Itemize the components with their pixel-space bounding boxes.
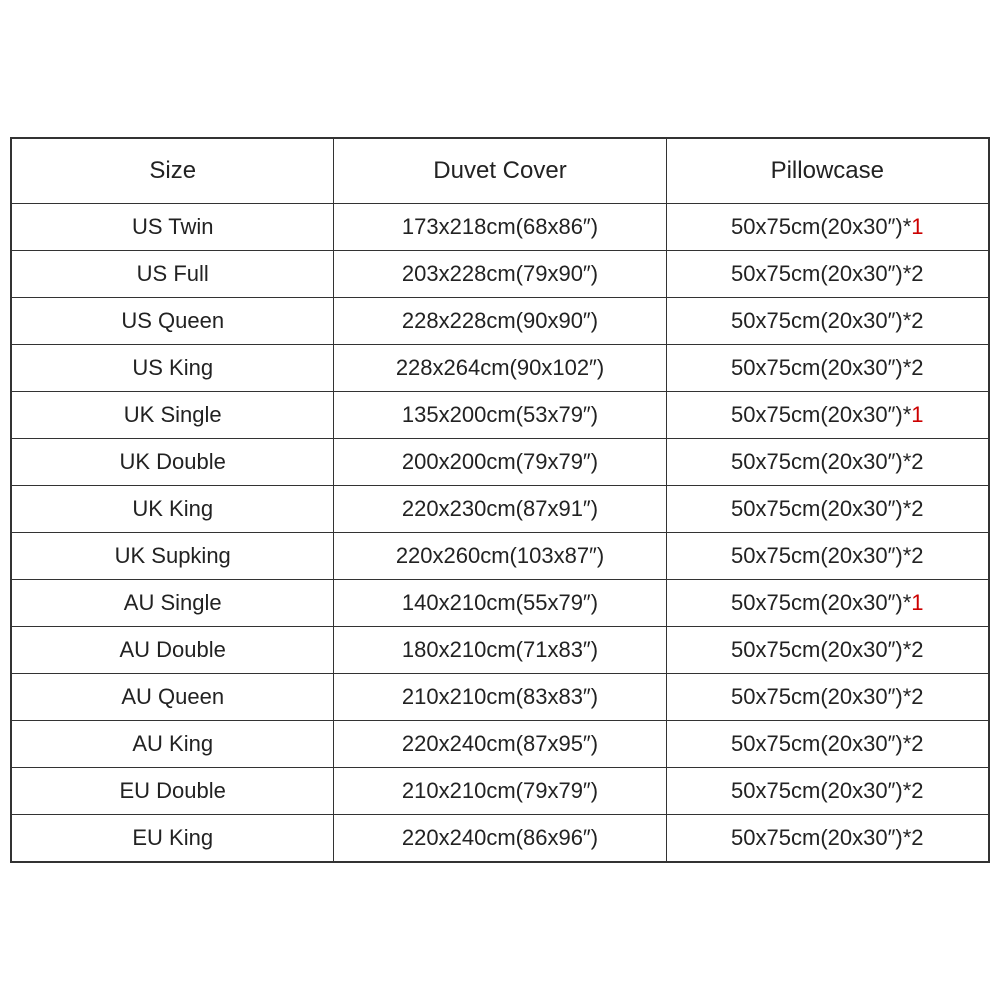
cell-pillow: 50x75cm(20x30″)*2 xyxy=(666,298,988,345)
cell-pillow: 50x75cm(20x30″)*1 xyxy=(666,204,988,251)
pillow-base-text: 50x75cm(20x30″)* xyxy=(731,731,911,756)
cell-pillow: 50x75cm(20x30″)*2 xyxy=(666,627,988,674)
pillow-qty: 1 xyxy=(911,402,923,427)
cell-duvet: 220x240cm(86x96″) xyxy=(334,815,666,862)
cell-pillow: 50x75cm(20x30″)*1 xyxy=(666,580,988,627)
pillow-qty: 2 xyxy=(911,449,923,474)
size-chart-table: Size Duvet Cover Pillowcase US Twin173x2… xyxy=(11,138,989,862)
cell-duvet: 200x200cm(79x79″) xyxy=(334,439,666,486)
cell-size: AU Single xyxy=(12,580,334,627)
pillow-base-text: 50x75cm(20x30″)* xyxy=(731,355,911,380)
table-row: US Twin173x218cm(68x86″)50x75cm(20x30″)*… xyxy=(12,204,989,251)
cell-pillow: 50x75cm(20x30″)*2 xyxy=(666,533,988,580)
table-row: US Full203x228cm(79x90″)50x75cm(20x30″)*… xyxy=(12,251,989,298)
cell-pillow: 50x75cm(20x30″)*2 xyxy=(666,439,988,486)
cell-size: UK Supking xyxy=(12,533,334,580)
cell-pillow: 50x75cm(20x30″)*2 xyxy=(666,345,988,392)
cell-pillow: 50x75cm(20x30″)*2 xyxy=(666,251,988,298)
pillow-qty: 2 xyxy=(911,684,923,709)
cell-size: UK King xyxy=(12,486,334,533)
cell-duvet: 220x230cm(87x91″) xyxy=(334,486,666,533)
cell-size: AU Double xyxy=(12,627,334,674)
cell-pillow: 50x75cm(20x30″)*1 xyxy=(666,392,988,439)
cell-duvet: 210x210cm(79x79″) xyxy=(334,768,666,815)
pillow-base-text: 50x75cm(20x30″)* xyxy=(731,449,911,474)
pillow-base-text: 50x75cm(20x30″)* xyxy=(731,543,911,568)
pillow-qty: 2 xyxy=(911,825,923,850)
cell-size: US Full xyxy=(12,251,334,298)
pillow-base-text: 50x75cm(20x30″)* xyxy=(731,637,911,662)
cell-size: AU Queen xyxy=(12,674,334,721)
cell-duvet: 220x260cm(103x87″) xyxy=(334,533,666,580)
cell-size: UK Double xyxy=(12,439,334,486)
table-row: US King228x264cm(90x102″)50x75cm(20x30″)… xyxy=(12,345,989,392)
cell-duvet: 203x228cm(79x90″) xyxy=(334,251,666,298)
pillow-qty: 2 xyxy=(911,496,923,521)
cell-size: EU King xyxy=(12,815,334,862)
header-pillow: Pillowcase xyxy=(666,139,988,204)
cell-duvet: 220x240cm(87x95″) xyxy=(334,721,666,768)
pillow-base-text: 50x75cm(20x30″)* xyxy=(731,825,911,850)
table-row: UK King220x230cm(87x91″)50x75cm(20x30″)*… xyxy=(12,486,989,533)
cell-size: US Twin xyxy=(12,204,334,251)
header-row: Size Duvet Cover Pillowcase xyxy=(12,139,989,204)
table-row: AU Queen210x210cm(83x83″)50x75cm(20x30″)… xyxy=(12,674,989,721)
cell-duvet: 180x210cm(71x83″) xyxy=(334,627,666,674)
pillow-base-text: 50x75cm(20x30″)* xyxy=(731,214,911,239)
pillow-qty: 2 xyxy=(911,778,923,803)
pillow-qty: 2 xyxy=(911,731,923,756)
cell-duvet: 135x200cm(53x79″) xyxy=(334,392,666,439)
cell-duvet: 228x264cm(90x102″) xyxy=(334,345,666,392)
cell-duvet: 173x218cm(68x86″) xyxy=(334,204,666,251)
pillow-qty: 2 xyxy=(911,261,923,286)
table-row: EU Double210x210cm(79x79″)50x75cm(20x30″… xyxy=(12,768,989,815)
pillow-base-text: 50x75cm(20x30″)* xyxy=(731,496,911,521)
pillow-qty: 1 xyxy=(911,590,923,615)
table-row: UK Double200x200cm(79x79″)50x75cm(20x30″… xyxy=(12,439,989,486)
table-row: AU Single140x210cm(55x79″)50x75cm(20x30″… xyxy=(12,580,989,627)
cell-pillow: 50x75cm(20x30″)*2 xyxy=(666,768,988,815)
size-chart-container: Size Duvet Cover Pillowcase US Twin173x2… xyxy=(10,137,990,863)
pillow-qty: 2 xyxy=(911,637,923,662)
table-row: AU King220x240cm(87x95″)50x75cm(20x30″)*… xyxy=(12,721,989,768)
cell-pillow: 50x75cm(20x30″)*2 xyxy=(666,815,988,862)
table-row: EU King220x240cm(86x96″)50x75cm(20x30″)*… xyxy=(12,815,989,862)
header-duvet: Duvet Cover xyxy=(334,139,666,204)
pillow-qty: 2 xyxy=(911,308,923,333)
pillow-base-text: 50x75cm(20x30″)* xyxy=(731,402,911,427)
cell-pillow: 50x75cm(20x30″)*2 xyxy=(666,674,988,721)
table-row: US Queen228x228cm(90x90″)50x75cm(20x30″)… xyxy=(12,298,989,345)
pillow-qty: 1 xyxy=(911,214,923,239)
table-row: UK Supking220x260cm(103x87″)50x75cm(20x3… xyxy=(12,533,989,580)
cell-pillow: 50x75cm(20x30″)*2 xyxy=(666,486,988,533)
pillow-qty: 2 xyxy=(911,355,923,380)
table-row: UK Single135x200cm(53x79″)50x75cm(20x30″… xyxy=(12,392,989,439)
cell-duvet: 210x210cm(83x83″) xyxy=(334,674,666,721)
table-row: AU Double180x210cm(71x83″)50x75cm(20x30″… xyxy=(12,627,989,674)
pillow-base-text: 50x75cm(20x30″)* xyxy=(731,590,911,615)
cell-size: US Queen xyxy=(12,298,334,345)
cell-size: US King xyxy=(12,345,334,392)
cell-size: AU King xyxy=(12,721,334,768)
pillow-base-text: 50x75cm(20x30″)* xyxy=(731,778,911,803)
pillow-qty: 2 xyxy=(911,543,923,568)
cell-size: EU Double xyxy=(12,768,334,815)
header-size: Size xyxy=(12,139,334,204)
cell-size: UK Single xyxy=(12,392,334,439)
pillow-base-text: 50x75cm(20x30″)* xyxy=(731,261,911,286)
cell-duvet: 140x210cm(55x79″) xyxy=(334,580,666,627)
cell-pillow: 50x75cm(20x30″)*2 xyxy=(666,721,988,768)
pillow-base-text: 50x75cm(20x30″)* xyxy=(731,684,911,709)
pillow-base-text: 50x75cm(20x30″)* xyxy=(731,308,911,333)
cell-duvet: 228x228cm(90x90″) xyxy=(334,298,666,345)
